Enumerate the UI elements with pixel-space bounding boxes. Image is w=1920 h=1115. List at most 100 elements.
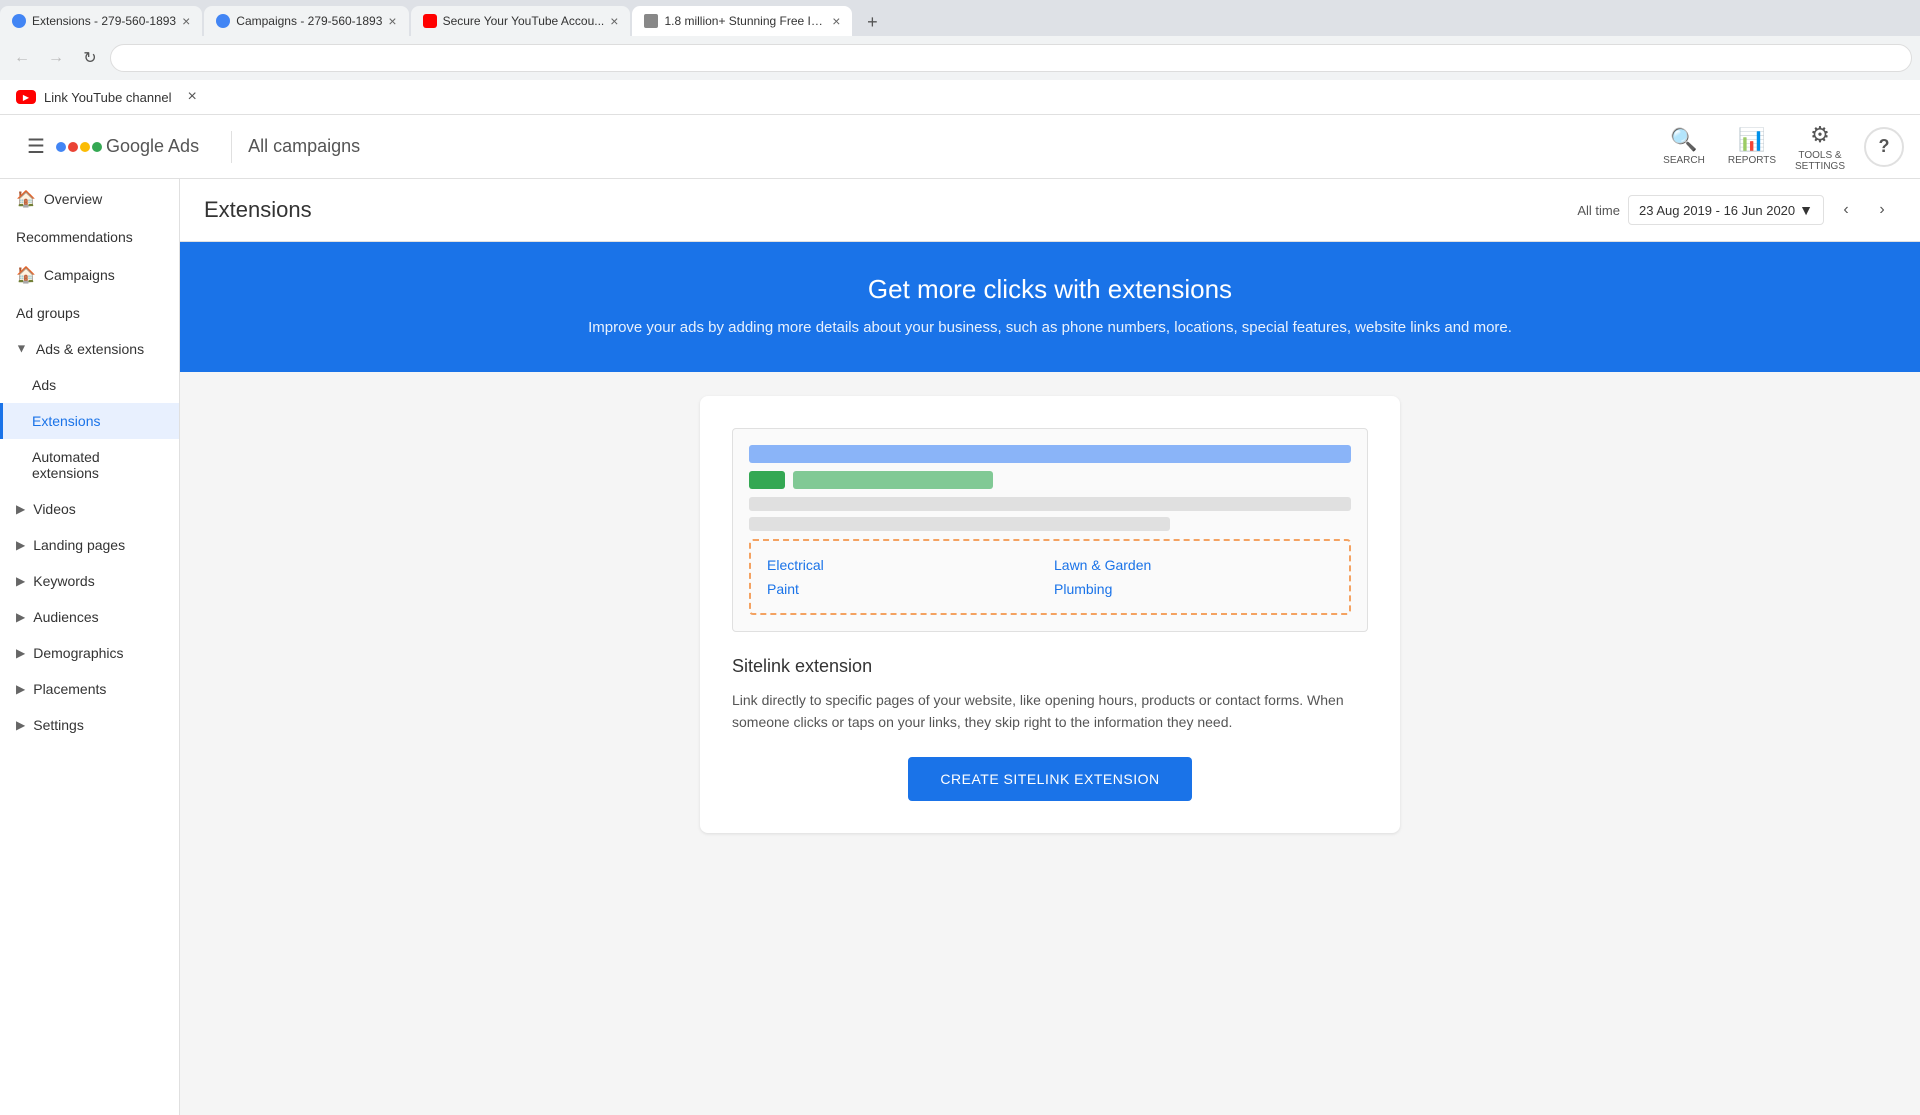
browser-tabs: Extensions - 279-560-1893 × Campaigns - …: [0, 0, 1920, 36]
ads-extensions-chevron: ►: [15, 343, 29, 355]
date-next-button[interactable]: ›: [1868, 196, 1896, 224]
tab-close-2[interactable]: ×: [388, 13, 396, 29]
help-icon: ?: [1879, 136, 1890, 157]
sidebar: 🏠 Overview Recommendations 🏠 Campaigns A…: [0, 179, 180, 1115]
tab-campaigns[interactable]: Campaigns - 279-560-1893 ×: [204, 6, 408, 36]
logo-dots: [56, 142, 102, 152]
sitelink-paint[interactable]: Paint: [767, 581, 1046, 597]
tab-close-4[interactable]: ×: [832, 13, 840, 29]
sitelink-electrical[interactable]: Electrical: [767, 557, 1046, 573]
sidebar-item-label-recommendations: Recommendations: [16, 229, 133, 245]
create-sitelink-extension-button[interactable]: CREATE SITELINK EXTENSION: [908, 757, 1191, 801]
tab-favicon-4: [644, 14, 658, 28]
promo-banner: Get more clicks with extensions Improve …: [180, 242, 1920, 372]
sidebar-item-ads[interactable]: Ads: [0, 367, 179, 403]
sidebar-section-landing-pages[interactable]: ▶ Landing pages: [0, 527, 179, 563]
sidebar-collapse-tab[interactable]: ‹: [179, 627, 180, 667]
sitelink-lawn-garden[interactable]: Lawn & Garden: [1054, 557, 1333, 573]
ad-bar-gray-1: [749, 497, 1351, 511]
sidebar-section-keywords[interactable]: ▶ Keywords: [0, 563, 179, 599]
ad-bar-green-long: [793, 471, 993, 489]
browser-chrome: Extensions - 279-560-1893 × Campaigns - …: [0, 0, 1920, 80]
ad-bar-blue: [749, 445, 1351, 463]
sidebar-section-demographics[interactable]: ▶ Demographics: [0, 635, 179, 671]
sidebar-sub-label-ads: Ads: [32, 377, 56, 393]
tab-youtube[interactable]: Secure Your YouTube Accou... ×: [411, 6, 631, 36]
sidebar-section-settings[interactable]: ▶ Settings: [0, 707, 179, 743]
sidebar-section-ads-extensions[interactable]: ► Ads & extensions: [0, 331, 179, 367]
sidebar-section-label-landing-pages: Landing pages: [33, 537, 125, 553]
address-input[interactable]: ads.google.com/aw/adextensions?ocid=3598…: [123, 51, 1899, 65]
tools-nav-button[interactable]: ⚙ TOOLS & SETTINGS: [1788, 119, 1852, 175]
youtube-link-bar: Link YouTube channel ×: [0, 80, 1920, 115]
sidebar-item-automated-extensions[interactable]: Automated extensions: [0, 439, 179, 491]
content-area: Extensions All time 23 Aug 2019 - 16 Jun…: [180, 179, 1920, 1115]
banner-description: Improve your ads by adding more details …: [220, 317, 1880, 340]
main-layout: 🏠 Overview Recommendations 🏠 Campaigns A…: [0, 179, 1920, 1115]
tab-title-1: Extensions - 279-560-1893: [32, 14, 176, 28]
extension-card-container: Electrical Lawn & Garden Paint Plumbing …: [180, 372, 1920, 858]
landing-pages-chevron: ▶: [16, 538, 25, 552]
date-range-selector[interactable]: All time 23 Aug 2019 - 16 Jun 2020 ▼ ‹ ›: [1577, 195, 1896, 225]
date-prev-button[interactable]: ‹: [1832, 196, 1860, 224]
sidebar-item-campaigns[interactable]: 🏠 Campaigns: [0, 255, 179, 295]
ad-bar-green-row: [749, 471, 1351, 489]
tab-favicon-3: [423, 14, 437, 28]
tab-title-3: Secure Your YouTube Accou...: [443, 14, 605, 28]
forward-button[interactable]: →: [42, 44, 70, 72]
sitelink-box: Electrical Lawn & Garden Paint Plumbing: [749, 539, 1351, 615]
nav-icons: 🔍 SEARCH 📊 REPORTS ⚙ TOOLS & SETTINGS ?: [1652, 119, 1904, 175]
sitelink-plumbing[interactable]: Plumbing: [1054, 581, 1333, 597]
ad-bar-green-small: [749, 471, 785, 489]
sidebar-item-label-overview: Overview: [44, 191, 102, 207]
tab-favicon-1: [12, 14, 26, 28]
demographics-chevron: ▶: [16, 646, 25, 660]
browser-toolbar: ← → ↻ ads.google.com/aw/adextensions?oci…: [0, 36, 1920, 80]
google-ads-logo: Google Ads: [56, 136, 199, 157]
new-tab-button[interactable]: +: [858, 8, 886, 36]
logo-dot-blue: [56, 142, 66, 152]
tab-title-2: Campaigns - 279-560-1893: [236, 14, 382, 28]
date-range-value: 23 Aug 2019 - 16 Jun 2020: [1639, 203, 1795, 218]
sidebar-section-label-demographics: Demographics: [33, 645, 123, 661]
back-button[interactable]: ←: [8, 44, 36, 72]
tools-icon: ⚙: [1810, 122, 1830, 148]
sidebar-section-placements[interactable]: ▶ Placements: [0, 671, 179, 707]
tab-images[interactable]: 1.8 million+ Stunning Free Im... ×: [632, 6, 852, 36]
sidebar-section-videos[interactable]: ▶ Videos: [0, 491, 179, 527]
search-icon: 🔍: [1670, 127, 1697, 153]
sidebar-section-audiences[interactable]: ▶ Audiences: [0, 599, 179, 635]
logo-area: Google Ads: [56, 136, 199, 157]
nav-divider: [231, 131, 232, 163]
extension-info-description: Link directly to specific pages of your …: [732, 689, 1368, 734]
content-header: Extensions All time 23 Aug 2019 - 16 Jun…: [180, 179, 1920, 242]
overview-icon: 🏠: [16, 189, 36, 209]
sidebar-section-label-videos: Videos: [33, 501, 76, 517]
keywords-chevron: ▶: [16, 574, 25, 588]
hamburger-button[interactable]: ☰: [16, 127, 56, 167]
search-nav-button[interactable]: 🔍 SEARCH: [1652, 119, 1716, 175]
sidebar-item-ad-groups[interactable]: Ad groups: [0, 295, 179, 331]
extension-card: Electrical Lawn & Garden Paint Plumbing …: [700, 396, 1400, 834]
logo-dot-green: [92, 142, 102, 152]
tab-title-4: 1.8 million+ Stunning Free Im...: [664, 14, 826, 28]
sidebar-item-label-campaigns: Campaigns: [44, 267, 115, 283]
youtube-link-text: Link YouTube channel: [44, 90, 171, 105]
reports-nav-button[interactable]: 📊 REPORTS: [1720, 119, 1784, 175]
search-label: SEARCH: [1663, 155, 1705, 166]
youtube-close-button[interactable]: ×: [187, 88, 196, 106]
sidebar-item-overview[interactable]: 🏠 Overview: [0, 179, 179, 219]
tab-close-1[interactable]: ×: [182, 13, 190, 29]
campaigns-icon: 🏠: [16, 265, 36, 285]
reload-button[interactable]: ↻: [76, 44, 104, 72]
breadcrumb-label: All campaigns: [248, 136, 360, 157]
sidebar-item-recommendations[interactable]: Recommendations: [0, 219, 179, 255]
tab-extensions[interactable]: Extensions - 279-560-1893 ×: [0, 6, 202, 36]
sidebar-sub-label-extensions: Extensions: [32, 413, 100, 429]
app-container: ☰ Google Ads All campaigns 🔍 SEARCH 📊: [0, 115, 1920, 1115]
tab-close-3[interactable]: ×: [610, 13, 618, 29]
help-button[interactable]: ?: [1864, 127, 1904, 167]
address-bar[interactable]: ads.google.com/aw/adextensions?ocid=3598…: [110, 44, 1912, 72]
sidebar-item-extensions[interactable]: Extensions: [0, 403, 179, 439]
date-dropdown[interactable]: 23 Aug 2019 - 16 Jun 2020 ▼: [1628, 195, 1824, 225]
